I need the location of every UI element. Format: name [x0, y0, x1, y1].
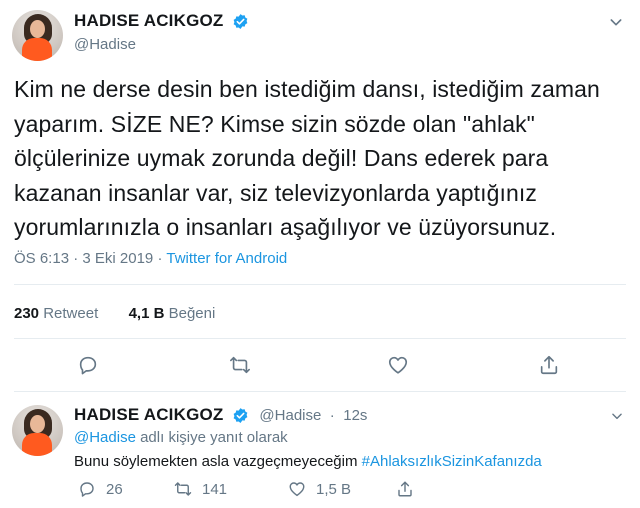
verified-badge-icon: [233, 407, 248, 423]
replying-to: @Hadise adlı kişiye yanıt olarak: [74, 429, 288, 446]
main-tweet: HADISE ACIKGOZ @Hadise Kim ne derse desi…: [0, 0, 640, 392]
handle[interactable]: @Hadise: [74, 36, 249, 53]
reply-tweet[interactable]: HADISE ACIKGOZ @Hadise · 12s @Hadise adl…: [0, 393, 640, 508]
display-name[interactable]: HADISE ACIKGOZ: [74, 11, 224, 31]
like-action[interactable]: 1,5 B: [288, 480, 351, 498]
retweet-icon[interactable]: [229, 354, 251, 376]
heart-icon[interactable]: [387, 354, 409, 376]
engagement-stats: 230 Retweet 4,1 B Beğeni: [14, 305, 215, 322]
tweet-text: Kim ne derse desin ben istediğim dansı, …: [14, 76, 600, 240]
replying-suffix: adlı kişiye yanıt olarak: [140, 429, 288, 446]
author-block: HADISE ACIKGOZ @Hadise: [74, 11, 249, 53]
avatar[interactable]: [12, 405, 63, 456]
like-count: 1,5 B: [316, 480, 352, 498]
tweet-source-link[interactable]: Twitter for Android: [166, 250, 287, 267]
display-name[interactable]: HADISE ACIKGOZ: [74, 405, 224, 425]
share-icon[interactable]: [538, 354, 560, 376]
meta-separator: ·: [73, 250, 79, 267]
retweet-count: 141: [202, 480, 228, 498]
divider: [14, 338, 626, 339]
chevron-down-icon[interactable]: [608, 14, 624, 30]
chevron-down-icon[interactable]: [610, 409, 624, 423]
reply-body: Bunu söylemekten asla vazgeçmeyeceğim: [74, 453, 358, 470]
retweet-stat[interactable]: 230 Retweet: [14, 305, 98, 322]
verified-badge-icon: [233, 13, 248, 29]
retweet-action[interactable]: 141: [174, 480, 227, 498]
reply-count: 26: [106, 480, 123, 498]
tweet-actions: [0, 354, 640, 382]
tweet-date[interactable]: 3 Eki 2019: [82, 250, 153, 267]
reply-icon: [80, 482, 94, 497]
reply-actions: 26 141 1,5 B: [74, 480, 414, 502]
handle[interactable]: @Hadise: [259, 407, 321, 424]
share-icon: [398, 481, 412, 497]
like-count: 4,1 B: [128, 305, 165, 322]
tweet-meta: ÖS 6:13 · 3 Eki 2019 · Twitter for Andro…: [14, 250, 287, 267]
share-action[interactable]: [396, 480, 424, 498]
reply-author-line: HADISE ACIKGOZ @Hadise · 12s: [74, 405, 367, 425]
retweet-label: Retweet: [43, 305, 99, 322]
heart-icon: [289, 482, 305, 497]
reply-icon[interactable]: [77, 354, 99, 376]
like-stat[interactable]: 4,1 B Beğeni: [129, 305, 216, 322]
divider: [14, 391, 626, 392]
reply-text: Bunu söylemekten asla vazgeçmeyeceğim #A…: [74, 453, 542, 470]
reply-action[interactable]: 26: [78, 480, 123, 498]
retweet-count: 230: [14, 305, 40, 322]
like-label: Beğeni: [168, 305, 216, 322]
tweet-age[interactable]: 12s: [343, 407, 367, 424]
meta-separator: ·: [157, 250, 163, 267]
avatar[interactable]: [12, 10, 63, 61]
mention-link[interactable]: @Hadise: [74, 429, 136, 446]
retweet-icon: [174, 482, 192, 496]
hashtag-link[interactable]: #AhlaksızlıkSizinKafanızda: [362, 453, 542, 470]
divider: [14, 284, 626, 285]
meta-separator: ·: [329, 406, 335, 424]
tweet-time[interactable]: ÖS 6:13: [14, 250, 69, 267]
